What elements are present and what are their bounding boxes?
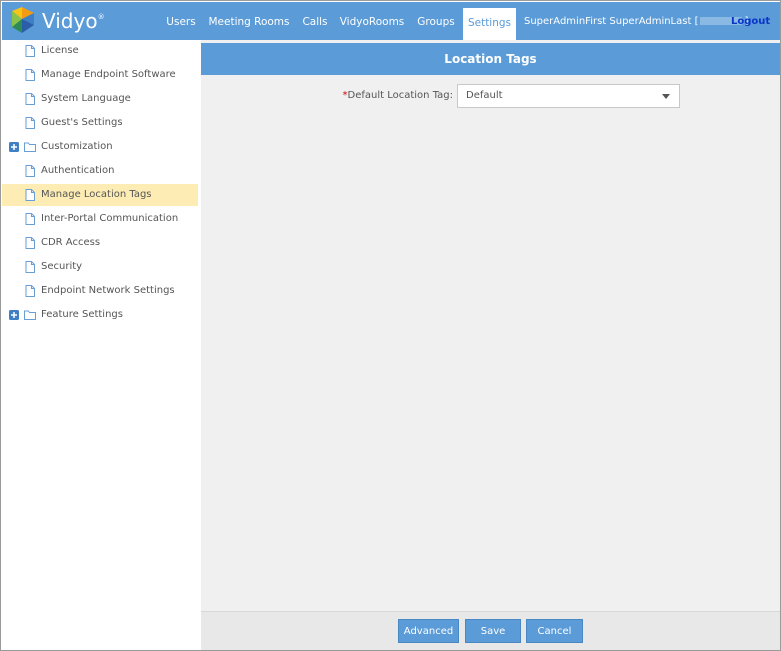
sidebar-item-customization[interactable]: Customization — [2, 136, 198, 158]
file-icon — [25, 165, 35, 177]
default-location-tag-select[interactable]: Default — [457, 84, 680, 108]
vidyo-logo-icon — [12, 7, 34, 33]
nav-vidyorooms[interactable]: VidyoRooms — [339, 2, 405, 40]
sidebar-item-license[interactable]: License — [2, 40, 198, 62]
file-icon — [25, 237, 35, 249]
sidebar-item-manage-endpoint-software[interactable]: Manage Endpoint Software — [2, 64, 198, 86]
sidebar-item-label: Inter-Portal Communication — [41, 213, 179, 224]
file-icon — [25, 261, 35, 273]
sidebar-item-label: System Language — [41, 93, 131, 104]
select-value: Default — [466, 90, 503, 101]
sidebar-item-label: Manage Location Tags — [41, 189, 152, 200]
sidebar-item-label: CDR Access — [41, 237, 101, 248]
sidebar-item-label: License — [41, 45, 79, 56]
advanced-button[interactable]: Advanced — [398, 619, 459, 643]
sidebar-item-authentication[interactable]: Authentication — [2, 160, 198, 182]
action-footer: Advanced Save Cancel — [201, 611, 780, 650]
sidebar-item-label: Endpoint Network Settings — [41, 285, 175, 296]
file-icon — [25, 45, 35, 57]
sidebar-item-system-language[interactable]: System Language — [2, 88, 198, 110]
page-title: Location Tags — [201, 43, 780, 75]
nav-settings[interactable]: Settings — [463, 8, 516, 40]
save-button[interactable]: Save — [465, 619, 521, 643]
file-icon — [25, 117, 35, 129]
sidebar-item-inter-portal-communication[interactable]: Inter-Portal Communication — [2, 208, 198, 230]
folder-icon — [24, 310, 36, 320]
user-display-name: SuperAdminFirst SuperAdminLast [] — [524, 16, 749, 27]
default-location-tag-label: *Default Location Tag: — [342, 90, 454, 101]
sidebar-item-label: Security — [41, 261, 83, 272]
sidebar-item-label: Customization — [41, 141, 113, 152]
nav-users[interactable]: Users — [162, 2, 200, 40]
file-icon — [25, 69, 35, 81]
main-content: Location Tags *Default Location Tag: Def… — [201, 40, 780, 611]
cancel-button[interactable]: Cancel — [526, 619, 583, 643]
nav-calls[interactable]: Calls — [298, 2, 332, 40]
logout-link[interactable]: Logout — [731, 2, 770, 40]
default-location-tag-row: *Default Location Tag: Default — [201, 84, 780, 108]
file-icon — [25, 189, 35, 201]
sidebar-item-manage-location-tags[interactable]: Manage Location Tags — [2, 184, 198, 206]
sidebar-item-endpoint-network-settings[interactable]: Endpoint Network Settings — [2, 280, 198, 302]
sidebar-item-cdr-access[interactable]: CDR Access — [2, 232, 198, 254]
sidebar-item-label: Authentication — [41, 165, 115, 176]
brand-name: Vidyo® — [42, 9, 105, 33]
sidebar-item-feature-settings[interactable]: Feature Settings — [2, 304, 198, 326]
settings-sidebar: License Manage Endpoint Software System … — [2, 40, 200, 650]
sidebar-item-guests-settings[interactable]: Guest's Settings — [2, 112, 198, 134]
vidyo-logo: Vidyo® — [8, 5, 118, 37]
nav-groups[interactable]: Groups — [413, 2, 459, 40]
sidebar-item-label: Guest's Settings — [41, 117, 123, 128]
file-icon — [25, 93, 35, 105]
sidebar-item-label: Feature Settings — [41, 309, 123, 320]
sidebar-item-label: Manage Endpoint Software — [41, 69, 176, 80]
folder-icon — [24, 142, 36, 152]
top-nav-bar: Vidyo® Users Meeting Rooms Calls VidyoRo… — [2, 2, 780, 40]
expand-plus-icon[interactable] — [9, 142, 19, 152]
app-window: Vidyo® Users Meeting Rooms Calls VidyoRo… — [0, 0, 781, 651]
expand-plus-icon[interactable] — [9, 310, 19, 320]
file-icon — [25, 285, 35, 297]
file-icon — [25, 213, 35, 225]
nav-meeting-rooms[interactable]: Meeting Rooms — [208, 2, 290, 40]
sidebar-item-security[interactable]: Security — [2, 256, 198, 278]
dropdown-arrow-icon — [662, 94, 670, 99]
